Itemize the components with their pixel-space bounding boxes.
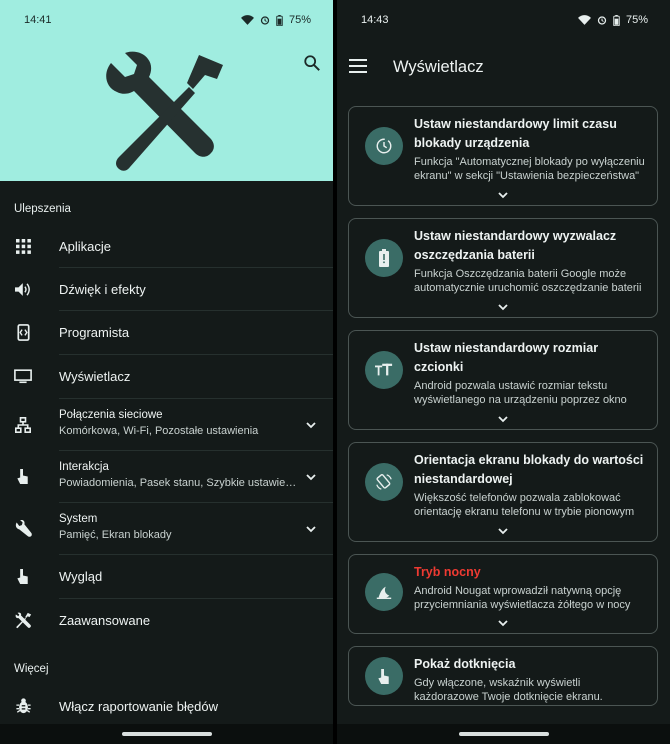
battery-alert-icon	[365, 239, 403, 277]
chevron-down-icon[interactable]	[497, 618, 509, 628]
card-title: Orientacja ekranu blokady do wartości ni…	[414, 453, 644, 486]
developer-phone-icon	[14, 324, 32, 342]
setting-card-lock-timeout[interactable]: Ustaw niestandardowy limit czasu blokady…	[348, 106, 658, 206]
chevron-down-icon[interactable]	[497, 414, 509, 424]
screen-rotation-icon	[365, 463, 403, 501]
card-title: Tryb nocny	[414, 565, 481, 579]
chevron-down-icon[interactable]	[305, 523, 317, 535]
touch-icon	[14, 468, 32, 486]
setting-card-show-touches[interactable]: Pokaż dotknięcia Gdy włączone, wskaźnik …	[348, 646, 658, 706]
chevron-down-icon[interactable]	[497, 526, 509, 536]
menu-item-display[interactable]: Wyświetlacz	[0, 355, 333, 398]
menu-item-interaction[interactable]: Interakcja Powiadomienia, Pasek stanu, S…	[0, 451, 333, 502]
menu-item-network[interactable]: Połączenia sieciowe Komórkowa, Wi-Fi, Po…	[0, 399, 333, 450]
card-description: Funkcja Oszczędzania baterii Google może…	[414, 268, 642, 294]
card-description: Funkcja "Automatycznej blokady po wyłącz…	[414, 156, 645, 182]
alarm-icon	[260, 16, 270, 25]
menu-item-label: Aplikacje	[59, 238, 112, 254]
touch-icon	[365, 657, 403, 695]
battery-icon	[613, 14, 620, 26]
menu-item-label: Programista	[59, 325, 130, 340]
card-title: Pokaż dotknięcia	[414, 657, 516, 671]
network-icon	[14, 416, 32, 434]
night-mode-icon	[365, 573, 403, 611]
chevron-down-icon[interactable]	[305, 419, 317, 431]
menu-item-label: Interakcja	[59, 461, 109, 473]
menu-item-label: System	[59, 513, 98, 525]
menu-item-label: Wygląd	[59, 569, 103, 584]
card-title: Ustaw niestandardowy limit czasu blokady…	[414, 117, 617, 150]
menu-item-apps[interactable]: Aplikacje	[0, 225, 333, 267]
card-title: Ustaw niestandardowy wyzwalacz oszczędza…	[414, 229, 617, 262]
setting-card-battery-saver[interactable]: Ustaw niestandardowy wyzwalacz oszczędza…	[348, 218, 658, 318]
battery-level: 75%	[625, 14, 648, 26]
setting-card-night-mode[interactable]: Tryb nocny Android Nougat wprowadził nat…	[348, 554, 658, 634]
left-screen: 14:41 75% Ulepszenia Aplikacje Dźwięk i …	[0, 0, 333, 744]
status-time: 14:41	[24, 14, 52, 26]
wifi-icon	[240, 15, 254, 25]
section-header-more: Więcej	[14, 663, 49, 675]
right-screen: 14:43 75% Wyświetlacz Ustaw niestandardo…	[337, 0, 670, 744]
grid-icon	[14, 237, 32, 255]
page-title: Wyświetlacz	[393, 58, 484, 76]
menu-item-subtitle: Pamięć, Ekran blokady	[59, 529, 172, 541]
chevron-down-icon[interactable]	[497, 302, 509, 312]
battery-icon	[276, 14, 283, 26]
menu-item-sound[interactable]: Dźwięk i efekty	[0, 268, 333, 310]
chevron-down-icon[interactable]	[497, 190, 509, 200]
menu-item-label: Dźwięk i efekty	[59, 281, 146, 297]
card-description: Większość telefonów pozwala zablokować o…	[414, 492, 635, 518]
bug-icon	[14, 697, 32, 715]
menu-item-subtitle: Powiadomienia, Pasek stanu, Szybkie usta…	[59, 477, 297, 489]
menu-item-label: Zaawansowane	[59, 612, 151, 628]
header-banner: 14:41 75%	[0, 0, 333, 181]
battery-level: 75%	[288, 14, 311, 26]
menu-item-label: Połączenia sieciowe	[59, 409, 163, 421]
menu-item-bug-report[interactable]: Włącz raportowanie błędów	[0, 686, 333, 726]
status-bar: 14:41 75%	[0, 0, 333, 40]
gesture-nav-handle[interactable]	[458, 732, 549, 736]
alarm-icon	[597, 16, 607, 25]
wrench-icon	[14, 520, 32, 538]
setting-card-font-size[interactable]: Ustaw niestandardowy rozmiar czcionki An…	[348, 330, 658, 430]
hamburger-menu-icon[interactable]	[349, 59, 367, 73]
app-bar: Wyświetlacz	[337, 40, 670, 96]
menu-item-advanced[interactable]: Zaawansowane	[0, 599, 333, 641]
section-header-improvements: Ulepszenia	[14, 203, 71, 215]
menu-item-appearance[interactable]: Wygląd	[0, 555, 333, 598]
menu-item-system[interactable]: System Pamięć, Ekran blokady	[0, 503, 333, 554]
touch-icon	[14, 568, 32, 586]
chevron-down-icon[interactable]	[305, 471, 317, 483]
gesture-nav-handle[interactable]	[121, 732, 212, 736]
lock-clock-icon	[365, 127, 403, 165]
card-title: Ustaw niestandardowy rozmiar czcionki	[414, 341, 599, 374]
card-description: Gdy włączone, wskaźnik wyświetli każdora…	[414, 677, 603, 703]
menu-item-subtitle: Komórkowa, Wi-Fi, Pozostałe ustawienia	[59, 425, 259, 437]
menu-item-label: Włącz raportowanie błędów	[59, 698, 218, 714]
status-time: 14:43	[361, 14, 389, 26]
card-description: Android Nougat wprowadził natywną opcję …	[414, 585, 631, 611]
wifi-icon	[577, 15, 591, 25]
menu-item-developer[interactable]: Programista	[0, 311, 333, 354]
volume-icon	[14, 280, 32, 298]
menu-item-label: Wyświetlacz	[59, 369, 131, 384]
tools-icon	[14, 611, 32, 629]
monitor-icon	[14, 368, 32, 386]
search-icon[interactable]	[303, 54, 321, 72]
text-size-icon	[365, 351, 403, 389]
tools-logo-icon	[106, 51, 223, 171]
status-bar: 14:43 75%	[337, 0, 670, 40]
setting-card-screen-orientation[interactable]: Orientacja ekranu blokady do wartości ni…	[348, 442, 658, 542]
card-description: Android pozwala ustawić rozmiar tekstu w…	[414, 380, 627, 406]
